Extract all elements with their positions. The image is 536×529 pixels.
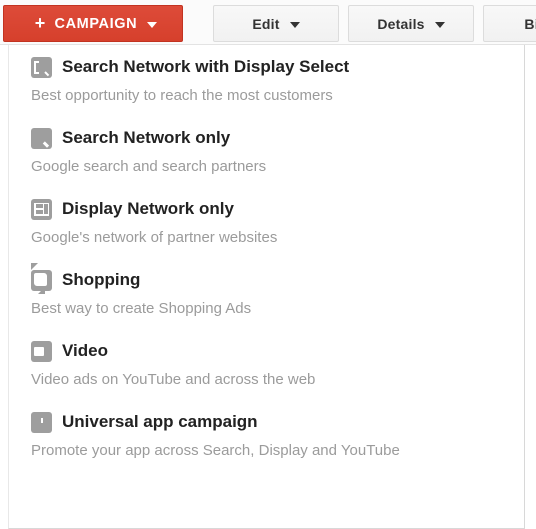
- menu-item-shopping[interactable]: Shopping Best way to create Shopping Ads: [9, 258, 524, 329]
- menu-item-title: Shopping: [62, 270, 141, 289]
- video-camera-icon: [31, 337, 52, 362]
- search-icon: [31, 125, 52, 149]
- menu-item-search-network-only[interactable]: Search Network only Google search and se…: [9, 116, 524, 187]
- menu-item-description: Best way to create Shopping Ads: [31, 300, 252, 317]
- add-campaign-button[interactable]: + CAMPAIGN: [3, 5, 183, 42]
- search-display-select-icon: [31, 54, 52, 78]
- download-circle-icon: [31, 407, 52, 433]
- bid-button[interactable]: Bid: [483, 5, 536, 42]
- edit-button[interactable]: Edit: [213, 5, 339, 42]
- menu-item-description: Google search and search partners: [31, 158, 267, 175]
- campaign-type-dropdown: Search Network with Display Select Best …: [8, 45, 525, 529]
- menu-item-video[interactable]: Video Video ads on YouTube and across th…: [9, 329, 524, 400]
- screen: + CAMPAIGN Edit Details Bid: [0, 0, 536, 529]
- caret-down-icon: [434, 21, 445, 28]
- caret-down-icon: [289, 21, 300, 28]
- plus-icon: +: [34, 13, 46, 33]
- edit-label: Edit: [252, 15, 280, 32]
- display-network-layout-icon: [31, 198, 52, 220]
- menu-item-description: Promote your app across Search, Display …: [31, 442, 400, 459]
- details-label: Details: [377, 15, 425, 32]
- price-tag-icon: [31, 262, 52, 294]
- menu-item-universal-app-campaign[interactable]: Universal app campaign Promote your app …: [9, 400, 524, 471]
- menu-item-description: Google's network of partner websites: [31, 229, 278, 246]
- bid-label: Bid: [524, 15, 536, 32]
- menu-item-title: Search Network with Display Select: [62, 57, 350, 76]
- menu-item-title: Universal app campaign: [62, 412, 258, 431]
- menu-item-search-network-with-display-select[interactable]: Search Network with Display Select Best …: [9, 45, 524, 116]
- toolbar: + CAMPAIGN Edit Details Bid: [0, 0, 536, 45]
- caret-down-icon: [147, 21, 158, 28]
- add-campaign-label: CAMPAIGN: [54, 15, 138, 32]
- menu-item-display-network-only[interactable]: Display Network only Google's network of…: [9, 187, 524, 258]
- menu-item-description: Best opportunity to reach the most custo…: [31, 87, 333, 104]
- menu-item-title: Search Network only: [62, 128, 231, 147]
- details-button[interactable]: Details: [348, 5, 474, 42]
- menu-item-title: Display Network only: [62, 199, 234, 218]
- menu-item-title: Video: [62, 341, 108, 360]
- menu-item-description: Video ads on YouTube and across the web: [31, 371, 316, 388]
